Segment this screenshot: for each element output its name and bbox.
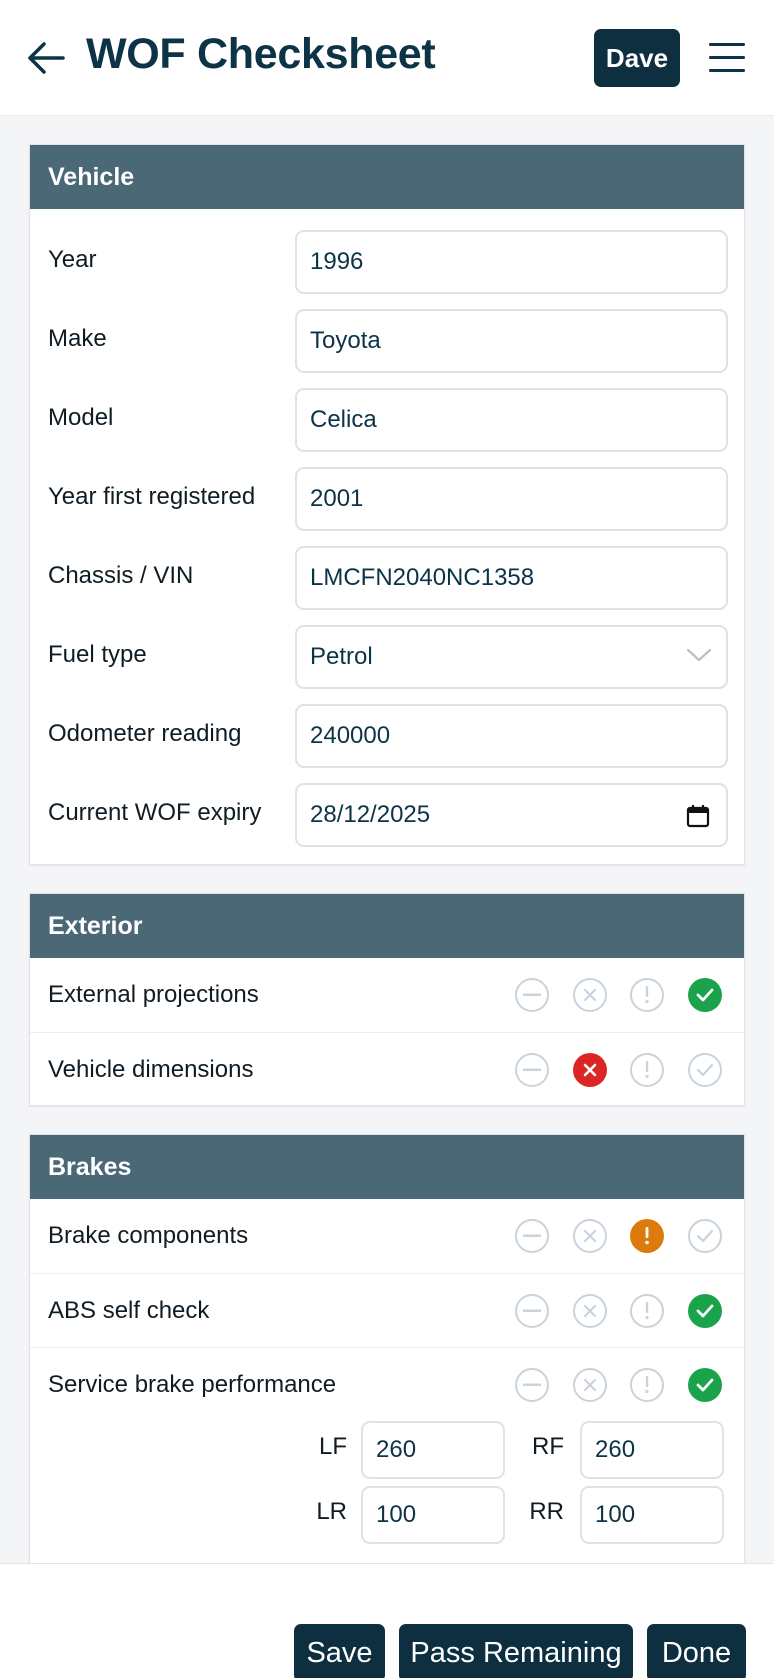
check-row-vehicle-dimensions: Vehicle dimensions — [30, 1032, 744, 1106]
chevron-down-icon — [686, 648, 712, 662]
rf-input[interactable]: 260 — [580, 1421, 724, 1479]
field-label: Chassis / VIN — [48, 561, 194, 589]
check-label: Vehicle dimensions — [48, 1056, 254, 1083]
footer-action-bar: Save Pass Remaining Done — [0, 1563, 774, 1678]
field-row-odometer: Odometer reading 240000 — [30, 694, 744, 773]
fail-icon[interactable] — [573, 1294, 607, 1328]
field-label: Current WOF expiry — [48, 798, 262, 826]
save-button[interactable]: Save — [294, 1624, 385, 1678]
top-bar: WOF Checksheet Dave — [0, 0, 774, 116]
back-arrow-icon[interactable] — [24, 38, 68, 78]
check-row-external-projections: External projections — [30, 958, 744, 1032]
check-row-service-brake-performance: Service brake performance — [30, 1347, 744, 1421]
pass-icon[interactable] — [688, 1368, 722, 1402]
page-title: WOF Checksheet — [86, 30, 436, 78]
not-applicable-icon[interactable] — [515, 1053, 549, 1087]
pass-icon[interactable] — [688, 978, 722, 1012]
calendar-icon[interactable] — [686, 804, 710, 828]
wof-expiry-value: 28/12/2025 — [310, 801, 431, 828]
vehicle-card: Vehicle Year 1996 Make Toyota Model Celi… — [29, 144, 745, 865]
brake-performance-grid: LF 260 RF 260 LR 100 RR 100 — [30, 1421, 744, 1571]
lr-label: LR — [316, 1498, 347, 1525]
done-button[interactable]: Done — [647, 1624, 746, 1678]
model-input[interactable]: Celica — [295, 388, 728, 452]
brakes-card: Brakes Brake components ABS self check S… — [29, 1134, 745, 1574]
year-first-registered-input[interactable]: 2001 — [295, 467, 728, 531]
rr-label: RR — [529, 1498, 564, 1525]
not-applicable-icon[interactable] — [515, 1294, 549, 1328]
warning-icon[interactable] — [630, 1294, 664, 1328]
field-label: Make — [48, 324, 107, 352]
warning-icon[interactable] — [630, 1368, 664, 1402]
fail-icon[interactable] — [573, 978, 607, 1012]
not-applicable-icon[interactable] — [515, 1219, 549, 1253]
pass-icon[interactable] — [688, 1294, 722, 1328]
vin-input[interactable]: LMCFN2040NC1358 — [295, 546, 728, 610]
lr-input[interactable]: 100 — [361, 1486, 505, 1544]
exterior-card: Exterior External projections Vehicle di… — [29, 893, 745, 1106]
warning-icon[interactable] — [630, 1219, 664, 1253]
check-label: ABS self check — [48, 1297, 210, 1324]
lf-label: LF — [318, 1433, 347, 1460]
field-label: Year first registered — [48, 482, 256, 510]
exterior-section-header: Exterior — [30, 894, 744, 958]
field-row-make: Make Toyota — [30, 299, 744, 378]
vehicle-section-header: Vehicle — [30, 145, 744, 209]
warning-icon[interactable] — [630, 978, 664, 1012]
warning-icon[interactable] — [630, 1053, 664, 1087]
wof-expiry-date-input[interactable]: 28/12/2025 — [295, 783, 728, 847]
pass-icon[interactable] — [688, 1219, 722, 1253]
field-row-wof-expiry: Current WOF expiry 28/12/2025 — [30, 773, 744, 852]
field-label: Odometer reading — [48, 719, 242, 747]
make-input[interactable]: Toyota — [295, 309, 728, 373]
rr-input[interactable]: 100 — [580, 1486, 724, 1544]
year-input[interactable]: 1996 — [295, 230, 728, 294]
check-row-brake-components: Brake components — [30, 1199, 744, 1273]
pass-remaining-button[interactable]: Pass Remaining — [399, 1624, 633, 1678]
check-row-abs-self-check: ABS self check — [30, 1273, 744, 1347]
fail-icon[interactable] — [573, 1219, 607, 1253]
field-label: Fuel type — [48, 640, 147, 668]
lf-input[interactable]: 260 — [361, 1421, 505, 1479]
not-applicable-icon[interactable] — [515, 978, 549, 1012]
fail-icon[interactable] — [573, 1368, 607, 1402]
rf-label: RF — [532, 1433, 564, 1460]
fail-icon[interactable] — [573, 1053, 607, 1087]
odometer-input[interactable]: 240000 — [295, 704, 728, 768]
field-label: Model — [48, 403, 114, 431]
check-label: External projections — [48, 981, 259, 1008]
pass-icon[interactable] — [688, 1053, 722, 1087]
field-row-fuel-type: Fuel type Petrol — [30, 615, 744, 694]
field-row-year-first-registered: Year first registered 2001 — [30, 457, 744, 536]
not-applicable-icon[interactable] — [515, 1368, 549, 1402]
field-row-vin: Chassis / VIN LMCFN2040NC1358 — [30, 536, 744, 615]
field-row-model: Model Celica — [30, 378, 744, 457]
check-label: Brake components — [48, 1222, 249, 1249]
fuel-type-value: Petrol — [310, 643, 373, 670]
check-label: Service brake performance — [48, 1371, 337, 1398]
user-button[interactable]: Dave — [594, 29, 680, 87]
field-row-year: Year 1996 — [30, 220, 744, 299]
brakes-section-header: Brakes — [30, 1135, 744, 1199]
fuel-type-select[interactable]: Petrol — [295, 625, 728, 689]
hamburger-menu-icon[interactable] — [706, 40, 748, 76]
field-label: Year — [48, 245, 97, 273]
